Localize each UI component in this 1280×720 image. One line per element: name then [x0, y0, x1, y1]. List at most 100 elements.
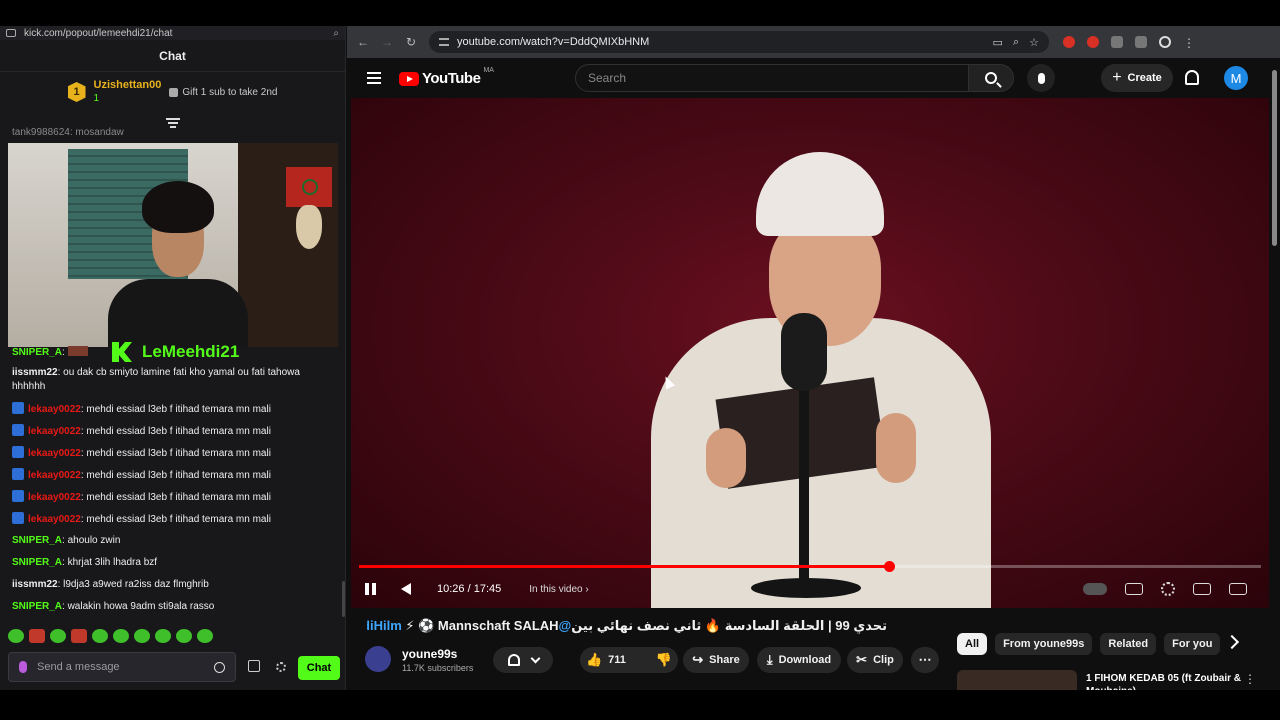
scissors-icon: ✂ — [856, 652, 868, 667]
emote-icon[interactable] — [50, 629, 66, 643]
chat-username[interactable]: SNIPER_A — [12, 601, 62, 612]
page-scrollbar[interactable] — [1272, 70, 1277, 246]
chat-message[interactable]: lekaay0022: mehdi essiad l3eb f itihad t… — [12, 402, 322, 417]
chat-username[interactable]: lekaay0022 — [28, 492, 81, 503]
subscription-notifications-button[interactable] — [493, 647, 553, 673]
mic-icon[interactable] — [19, 661, 27, 673]
chat-username[interactable]: lekaay0022 — [28, 470, 81, 481]
emote-icon — [67, 346, 88, 356]
media-control-icon[interactable] — [1135, 36, 1147, 48]
reload-icon[interactable]: ↻ — [403, 35, 419, 49]
microphone-prop — [781, 313, 827, 391]
search-placeholder: Search — [588, 71, 627, 85]
profile-icon[interactable] — [1159, 36, 1171, 48]
voice-search-button[interactable] — [1027, 64, 1055, 92]
emote-icon[interactable] — [155, 629, 171, 643]
emote-icon[interactable] — [176, 629, 192, 643]
thumbs-down-icon[interactable]: 👎 — [656, 652, 672, 668]
chat-message[interactable]: lekaay0022: mehdi essiad l3eb f itihad t… — [12, 446, 322, 461]
in-this-video-button[interactable]: In this video › — [529, 584, 588, 595]
clip-button[interactable]: ✂ Clip — [847, 647, 903, 673]
chip-all[interactable]: All — [957, 633, 988, 655]
emote-icon[interactable] — [8, 629, 24, 643]
chat-message[interactable]: lekaay0022: mehdi essiad l3eb f itihad t… — [12, 468, 322, 483]
create-button[interactable]: + Create — [1101, 64, 1173, 92]
settings-gear-icon[interactable] — [1161, 582, 1175, 596]
chat-message[interactable]: SNIPER_A: walakin howa 9adm sti9ala rass… — [12, 600, 322, 614]
chat-username[interactable]: lekaay0022 — [28, 426, 81, 437]
forward-icon[interactable]: → — [379, 35, 395, 49]
emoji-picker-icon[interactable] — [214, 661, 225, 673]
chat-scrollbar[interactable] — [342, 581, 345, 617]
subtitles-icon[interactable] — [1125, 583, 1143, 595]
chevron-right-icon[interactable] — [1224, 634, 1240, 650]
share-button[interactable]: ↪ Share — [683, 647, 749, 673]
download-button[interactable]: ⤓ Download — [757, 647, 841, 673]
recommended-title[interactable]: 1 FIHOM KEDAB 05 (ft Zoubair & Mouhcine) — [1086, 672, 1246, 690]
chat-message[interactable]: SNIPER_A: khrjat 3lih lhadra bzf — [12, 556, 322, 570]
chat-username[interactable]: iissmm22 — [12, 579, 58, 590]
chip-for-you[interactable]: For you — [1164, 633, 1221, 655]
miniplayer-icon[interactable] — [1193, 583, 1211, 595]
gift-leaderboard[interactable]: 1 Uzishettan00 1 Gift 1 sub to take 2nd — [0, 72, 345, 112]
chip-related[interactable]: Related — [1100, 633, 1157, 655]
emote-icon[interactable] — [71, 629, 87, 643]
pause-icon[interactable] — [365, 583, 377, 595]
send-chat-button[interactable]: Chat — [298, 656, 340, 680]
extension-icon[interactable] — [1063, 36, 1075, 48]
filter-icon[interactable] — [166, 118, 180, 128]
progress-bar[interactable] — [359, 561, 1261, 572]
chat-username[interactable]: lekaay0022 — [28, 404, 81, 415]
youtube-logo[interactable]: YouTube MA — [399, 67, 494, 87]
chat-message[interactable]: iissmm22: ou dak cb smiyto lamine fati k… — [12, 366, 322, 394]
mic-icon — [1037, 72, 1045, 84]
chat-username[interactable]: lekaay0022 — [28, 448, 81, 459]
autoplay-toggle[interactable] — [1083, 583, 1107, 595]
chat-message[interactable]: SNIPER_A: — [12, 346, 322, 360]
notifications-bell-icon[interactable] — [1185, 70, 1199, 85]
extensions-puzzle-icon[interactable] — [1111, 36, 1123, 48]
chat-username[interactable]: SNIPER_A — [12, 535, 62, 546]
chat-username[interactable]: lekaay0022 — [28, 514, 81, 525]
emote-icon[interactable] — [113, 629, 129, 643]
video-player[interactable]: 10:26 / 17:45 In this video › — [351, 98, 1269, 608]
fullscreen-icon[interactable] — [1229, 583, 1247, 595]
site-settings-icon[interactable] — [439, 38, 449, 46]
chat-message[interactable]: SNIPER_A: ahoulo zwin — [12, 534, 322, 548]
chat-message[interactable]: lekaay0022: mehdi essiad l3eb f itihad t… — [12, 490, 322, 505]
search-button[interactable] — [968, 64, 1014, 92]
account-avatar[interactable]: M — [1224, 66, 1248, 90]
zoom-icon[interactable]: ⌕ — [1013, 36, 1019, 49]
omnibox[interactable]: youtube.com/watch?v=DddQMIXbHNM ▭ ⌕ ☆ — [429, 31, 1049, 53]
emote-icon[interactable] — [197, 629, 213, 643]
chat-message-input[interactable]: Send a message — [8, 652, 236, 682]
emote-icon[interactable] — [134, 629, 150, 643]
volume-icon[interactable] — [401, 583, 411, 595]
zoom-icon[interactable]: ⌕ — [333, 28, 339, 39]
chat-username[interactable]: iissmm22 — [12, 367, 58, 378]
emote-icon[interactable] — [92, 629, 108, 643]
chip-from-channel[interactable]: From youne99s — [995, 633, 1093, 655]
site-info-icon[interactable] — [6, 29, 16, 37]
search-input[interactable]: Search — [575, 64, 969, 92]
chat-message[interactable]: lekaay0022: mehdi essiad l3eb f itihad t… — [12, 512, 322, 527]
chat-username[interactable]: SNIPER_A — [12, 557, 62, 568]
back-icon[interactable]: ← — [355, 35, 371, 49]
recommended-more-icon[interactable]: ⋮ — [1244, 672, 1256, 686]
extension-icon[interactable] — [1087, 36, 1099, 48]
bookmark-star-icon[interactable]: ☆ — [1029, 36, 1039, 49]
more-actions-button[interactable]: ⋯ — [911, 647, 939, 673]
browser-menu-icon[interactable]: ⋮ — [1183, 36, 1195, 50]
channel-avatar[interactable] — [365, 646, 391, 672]
chat-username[interactable]: SNIPER_A — [12, 347, 62, 358]
chat-message[interactable]: iissmm22: l9dja3 a9wed ra2iss daz flmghr… — [12, 578, 322, 592]
like-dislike-button[interactable]: 👍 711 👎 — [580, 647, 678, 673]
emote-icon[interactable] — [29, 629, 45, 643]
chat-settings-icon[interactable] — [276, 662, 286, 672]
menu-icon[interactable] — [367, 72, 381, 84]
recommended-thumbnail[interactable] — [957, 670, 1077, 690]
cast-icon[interactable]: ▭ — [993, 36, 1003, 49]
store-icon[interactable] — [248, 660, 260, 672]
channel-name[interactable]: youne99s — [402, 647, 457, 661]
chat-message[interactable]: lekaay0022: mehdi essiad l3eb f itihad t… — [12, 424, 322, 439]
